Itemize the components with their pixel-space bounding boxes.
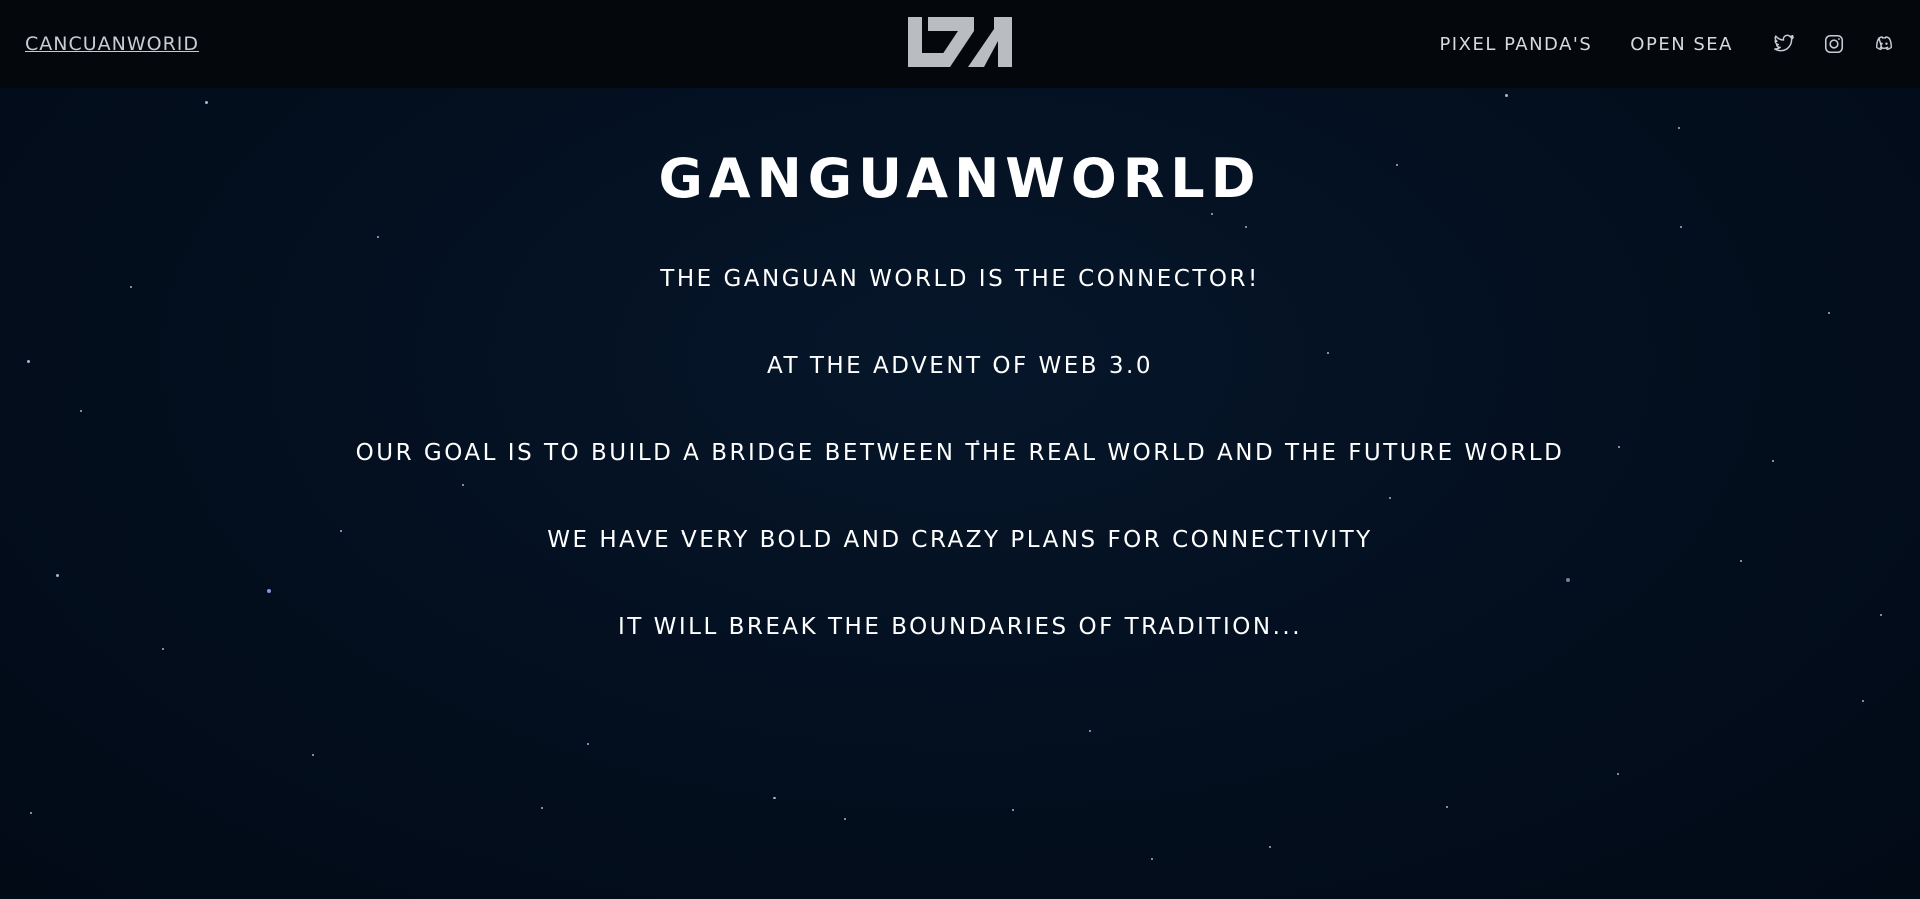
discord-icon[interactable] xyxy=(1873,33,1895,55)
page: CANCUANWORID PIXEL PANDA'S OPEN SEA GANG… xyxy=(0,0,1920,899)
top-navbar: CANCUANWORID PIXEL PANDA'S OPEN SEA xyxy=(0,0,1920,88)
main-nav: PIXEL PANDA'S OPEN SEA xyxy=(1439,33,1895,55)
hero-line: WE HAVE VERY BOLD AND CRAZY PLANS FOR CO… xyxy=(547,527,1373,553)
hero-line: THE GANGUAN WORLD IS THE CONNECTOR! xyxy=(660,266,1260,292)
social-links xyxy=(1773,33,1895,55)
instagram-icon[interactable] xyxy=(1823,33,1845,55)
hero-section: GANGUANWORLD THE GANGUAN WORLD IS THE CO… xyxy=(0,88,1920,699)
twitter-icon[interactable] xyxy=(1773,33,1795,55)
logo-icon[interactable] xyxy=(908,17,1012,67)
hero-title: GANGUANWORLD xyxy=(658,147,1262,210)
hero-line: OUR GOAL IS TO BUILD A BRIDGE BETWEEN TH… xyxy=(355,440,1565,466)
nav-link-open-sea[interactable]: OPEN SEA xyxy=(1630,34,1733,55)
hero-line: IT WILL BREAK THE BOUNDARIES OF TRADITIO… xyxy=(617,614,1303,640)
nav-link-pixel-pandas[interactable]: PIXEL PANDA'S xyxy=(1439,34,1592,55)
hero-line: AT THE ADVENT OF WEB 3.0 xyxy=(767,353,1153,379)
hero-text: THE GANGUAN WORLD IS THE CONNECTOR! AT T… xyxy=(0,264,1920,642)
brand-link[interactable]: CANCUANWORID xyxy=(25,33,285,55)
